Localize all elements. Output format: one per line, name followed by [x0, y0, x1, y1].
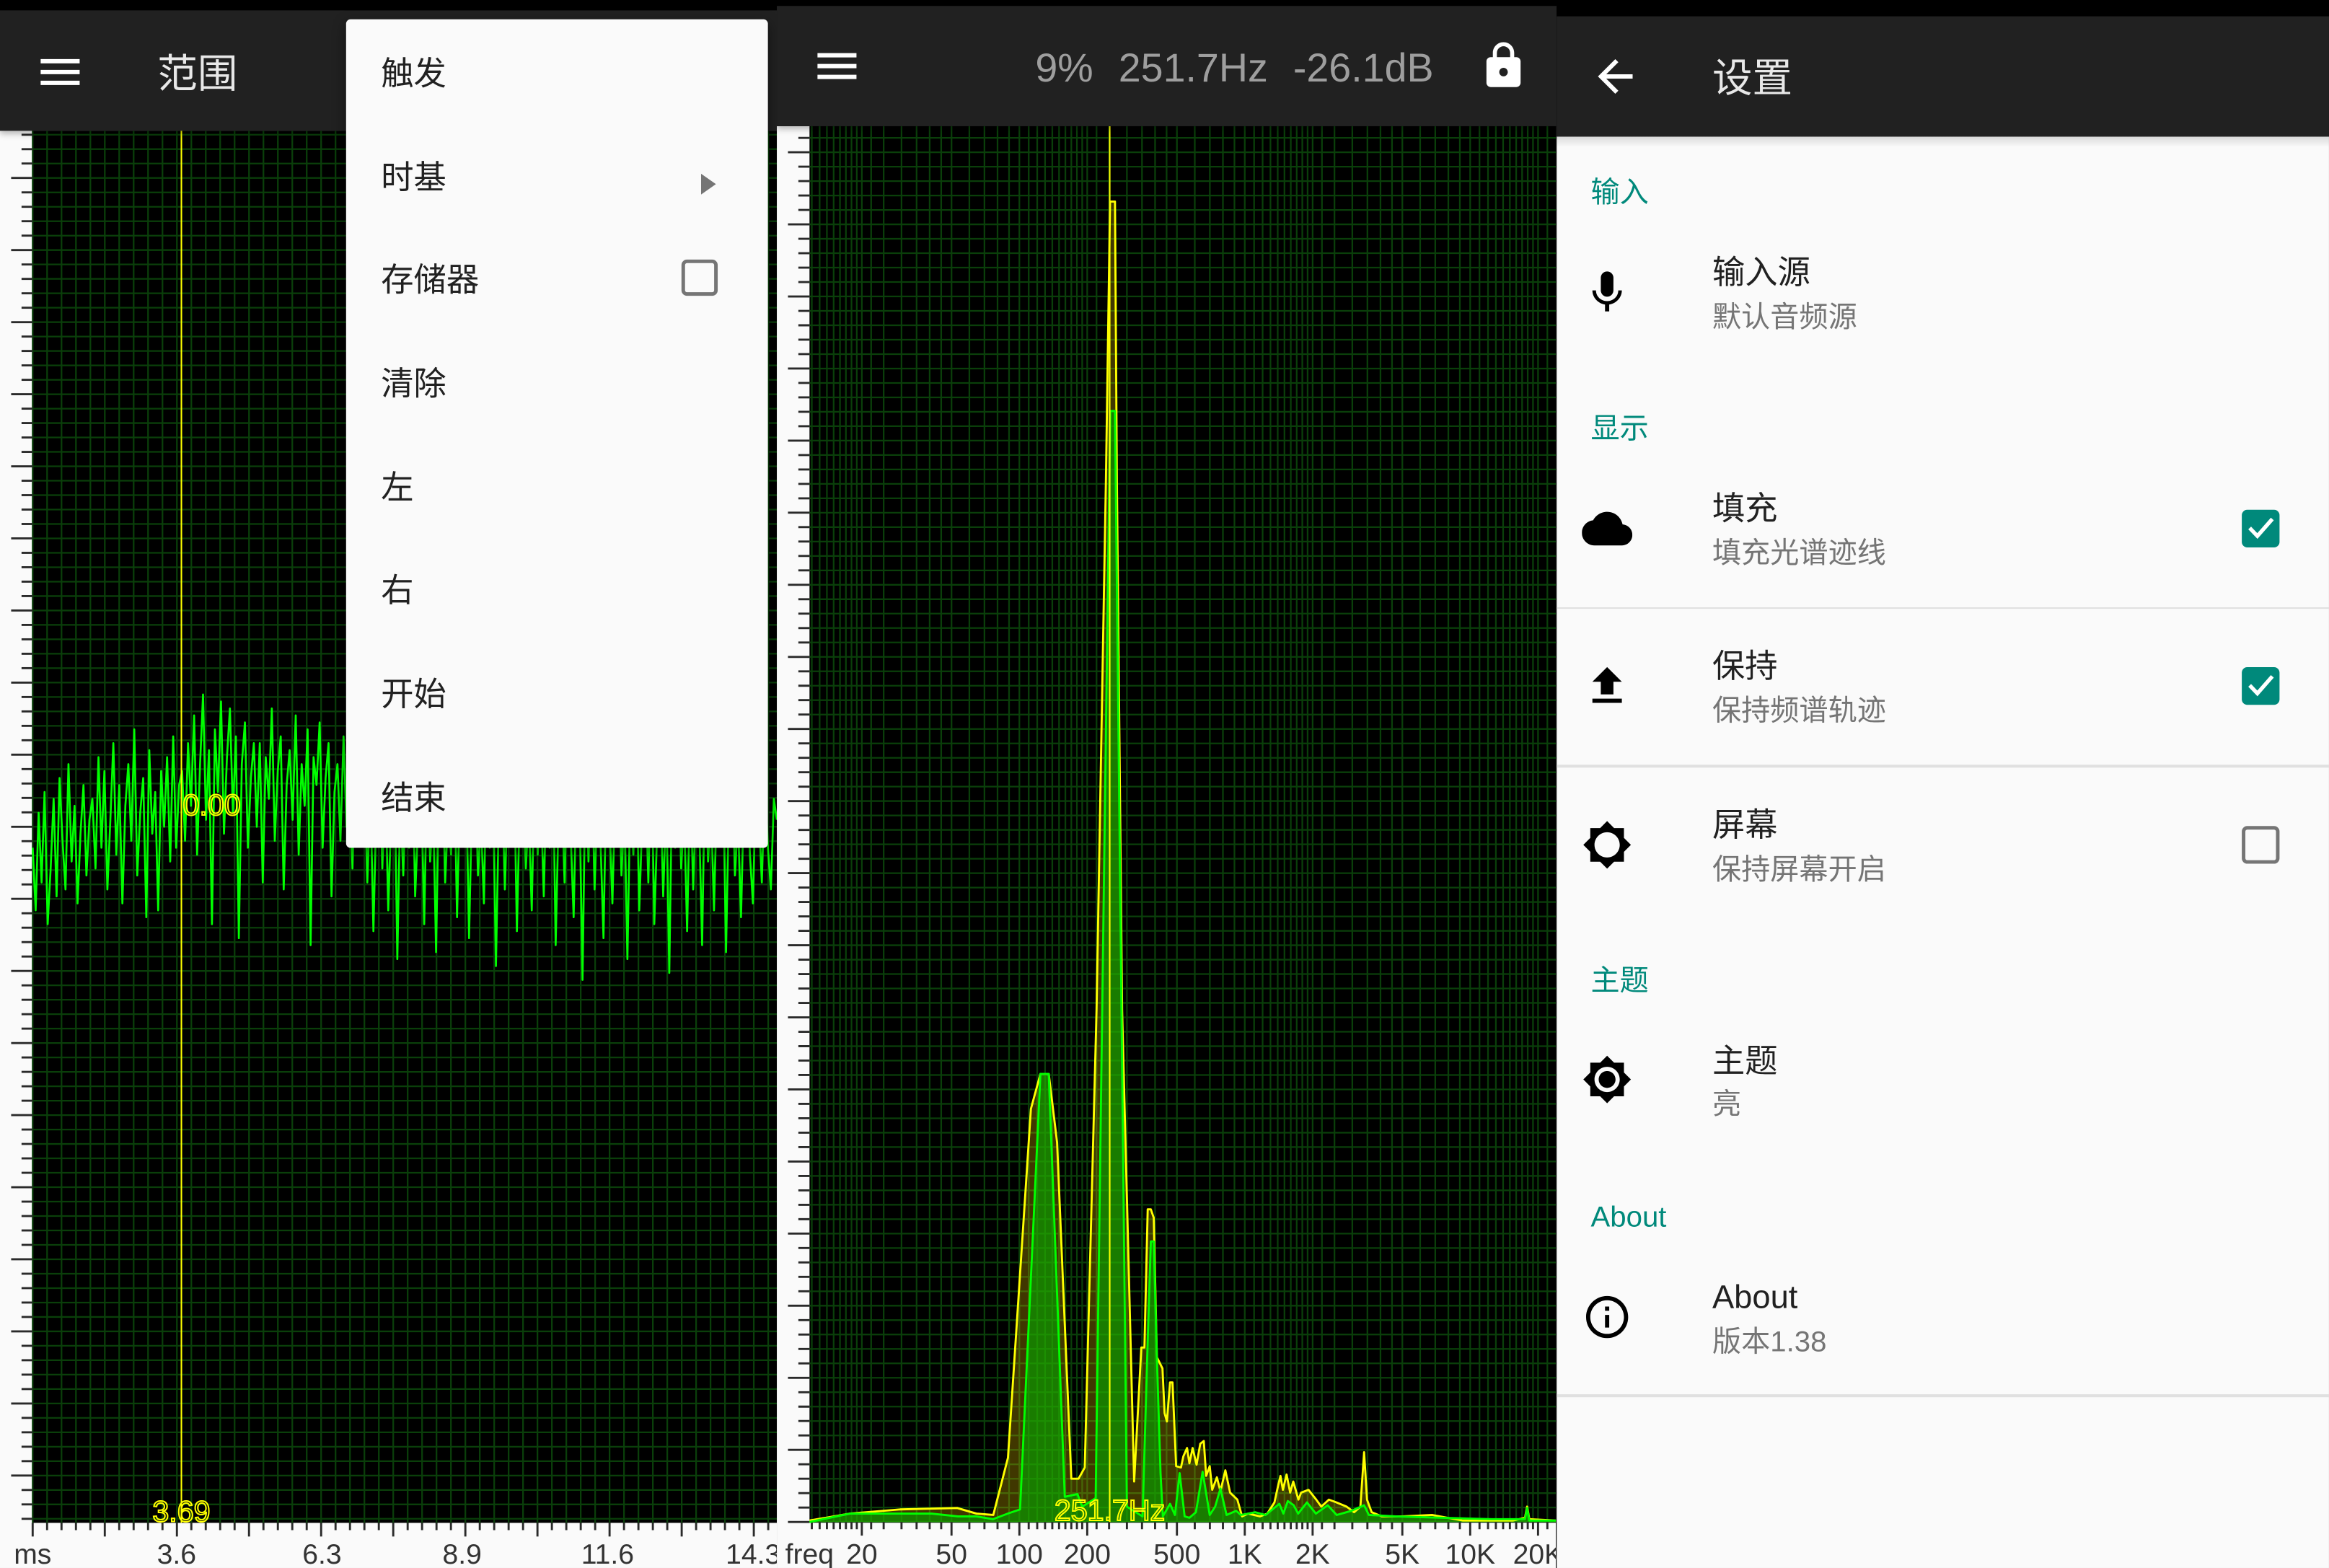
spectrum-readout: 9% 251.7Hz -26.1dB: [1035, 46, 1433, 91]
x-tick-label: 6.3: [302, 1539, 341, 1568]
x-tick-label: 500: [1153, 1539, 1200, 1568]
menu-item-label: 触发: [381, 54, 446, 92]
pref-summary: 亮: [1712, 1088, 1742, 1122]
menu-item-label: 左: [381, 468, 414, 506]
menu-item-start[interactable]: 开始: [345, 640, 768, 744]
x-tick-label: 14.3: [726, 1539, 777, 1568]
menu-item-label: 清除: [381, 365, 446, 402]
pref-title: 保持: [1712, 647, 1778, 685]
pref-theme[interactable]: 主题 亮: [1556, 1013, 2329, 1162]
x-tick-label: 1K: [1228, 1539, 1262, 1568]
pref-fill[interactable]: 填充 填充光谱迹线: [1556, 462, 2329, 607]
x-tick-label: 10K: [1445, 1539, 1495, 1568]
app-title: 范围: [157, 51, 238, 96]
cursor-value-label: 0.00: [183, 788, 241, 822]
divider: [1556, 1394, 2329, 1397]
back-arrow-icon[interactable]: [1589, 51, 1641, 103]
category-about: About: [1590, 1200, 1667, 1233]
frequency-readout: 251.7Hz: [1118, 45, 1268, 91]
menu-item-trigger[interactable]: 触发: [345, 19, 768, 123]
magnitude-readout: -26.1dB: [1293, 45, 1434, 91]
pref-about[interactable]: About 版本1.38: [1556, 1250, 2329, 1394]
menu-item-label: 结束: [381, 779, 446, 816]
submenu-arrow-icon: [701, 164, 716, 195]
x-tick-label: 3.6: [157, 1539, 196, 1568]
divider: [1556, 765, 2329, 767]
cursor-time-label: 3.69: [152, 1494, 210, 1528]
plot-area: [809, 125, 1557, 1523]
pref-input-source[interactable]: 输入源 默认音频源: [1556, 226, 2329, 362]
spectrum-panel: 9% 251.7Hz -26.1dB 251.7Hz freq 20 50 100 200…: [777, 0, 1557, 1568]
mic-icon: [1582, 267, 1632, 317]
x-tick-label: 8.9: [443, 1539, 482, 1568]
menu-item-label: 时基: [381, 158, 446, 195]
upload-icon: [1582, 660, 1632, 710]
hold-checkbox[interactable]: [2241, 666, 2280, 705]
pref-hold[interactable]: 保持 保持频谱轨迹: [1556, 619, 2329, 765]
x-tick-label: 20K: [1513, 1539, 1557, 1568]
x-tick-label: 5K: [1385, 1539, 1419, 1568]
menu-item-timebase[interactable]: 时基: [345, 123, 768, 226]
info-icon: [1582, 1291, 1632, 1342]
x-tick-label: 100: [996, 1539, 1043, 1568]
menu-item-label: 开始: [381, 675, 446, 713]
pref-summary: 填充光谱迹线: [1712, 537, 1886, 570]
x-tick-label: 11.6: [581, 1539, 634, 1568]
level-readout: 9%: [1035, 45, 1093, 91]
menu-icon[interactable]: [34, 45, 86, 97]
category-display: 显示: [1590, 413, 1649, 446]
storage-checkbox[interactable]: [681, 259, 720, 298]
cloud-icon: [1582, 503, 1633, 553]
pref-title: 填充: [1712, 490, 1778, 527]
divider: [1556, 607, 2329, 609]
pref-summary: 保持频谱轨迹: [1712, 694, 1886, 727]
x-axis-unit-label: ms: [14, 1539, 51, 1568]
pref-title: 输入源: [1712, 254, 1810, 291]
menu-item-end[interactable]: 结束: [345, 744, 768, 847]
settings-panel: 设置 输入 输入源 默认音频源 显示 填充 填充光谱迹线 保持 保持频谱轨迹 屏…: [1556, 0, 2329, 1568]
pref-summary: 默认音频源: [1712, 300, 1857, 334]
x-tick-label: 50: [935, 1539, 967, 1568]
menu-item-label: 存储器: [381, 261, 480, 299]
fill-checkbox[interactable]: [2241, 508, 2280, 547]
menu-item-right[interactable]: 右: [345, 537, 768, 640]
settings-app-bar: 设置: [1556, 17, 2329, 138]
menu-item-left[interactable]: 左: [345, 433, 768, 537]
menu-icon[interactable]: [811, 40, 863, 92]
pref-screen[interactable]: 屏幕 保持屏幕开启: [1556, 778, 2329, 927]
menu-item-label: 右: [381, 572, 414, 609]
x-tick-label: 20: [846, 1539, 878, 1568]
pref-title: 主题: [1712, 1041, 1778, 1080]
pref-summary: 版本1.38: [1712, 1325, 1827, 1358]
x-tick-label: 2K: [1295, 1539, 1330, 1568]
spectrum-app-bar: 9% 251.7Hz -26.1dB: [777, 6, 1557, 126]
app-bar-shadow: [1556, 137, 2329, 148]
menu-item-clear[interactable]: 清除: [345, 330, 768, 433]
screen-checkbox[interactable]: [2241, 825, 2280, 864]
category-input: 输入: [1590, 176, 1649, 210]
app-title: 设置: [1712, 56, 1793, 101]
theme-icon: [1582, 1054, 1632, 1105]
scope-panel: 范围 ms 3.6 6.3 8.9 11.6 14.3 3.69 0.00 触发 时基 存储器…: [0, 0, 778, 1568]
spectrum-chart[interactable]: 251.7Hz freq 20 50 100 200 500 1K 2K 5K 10K 20K: [777, 125, 1557, 1568]
category-theme: 主题: [1590, 965, 1649, 998]
screenshot-composite: 范围 ms 3.6 6.3 8.9 11.6 14.3 3.69 0.00 触发 时基 存储器…: [0, 0, 2329, 1568]
lock-icon[interactable]: [1477, 40, 1528, 91]
overflow-menu: 触发 时基 存储器 清除 左 右 开始 结束: [345, 19, 769, 847]
pref-summary: 保持屏幕开启: [1712, 853, 1886, 886]
x-tick-label: 200: [1064, 1539, 1111, 1568]
brightness-icon: [1582, 819, 1632, 869]
pref-title: About: [1712, 1278, 1798, 1316]
cursor-frequency-label: 251.7Hz: [1055, 1494, 1165, 1527]
menu-item-storage[interactable]: 存储器: [345, 226, 768, 330]
pref-title: 屏幕: [1712, 806, 1778, 844]
x-axis-unit-label: freq: [785, 1539, 834, 1568]
